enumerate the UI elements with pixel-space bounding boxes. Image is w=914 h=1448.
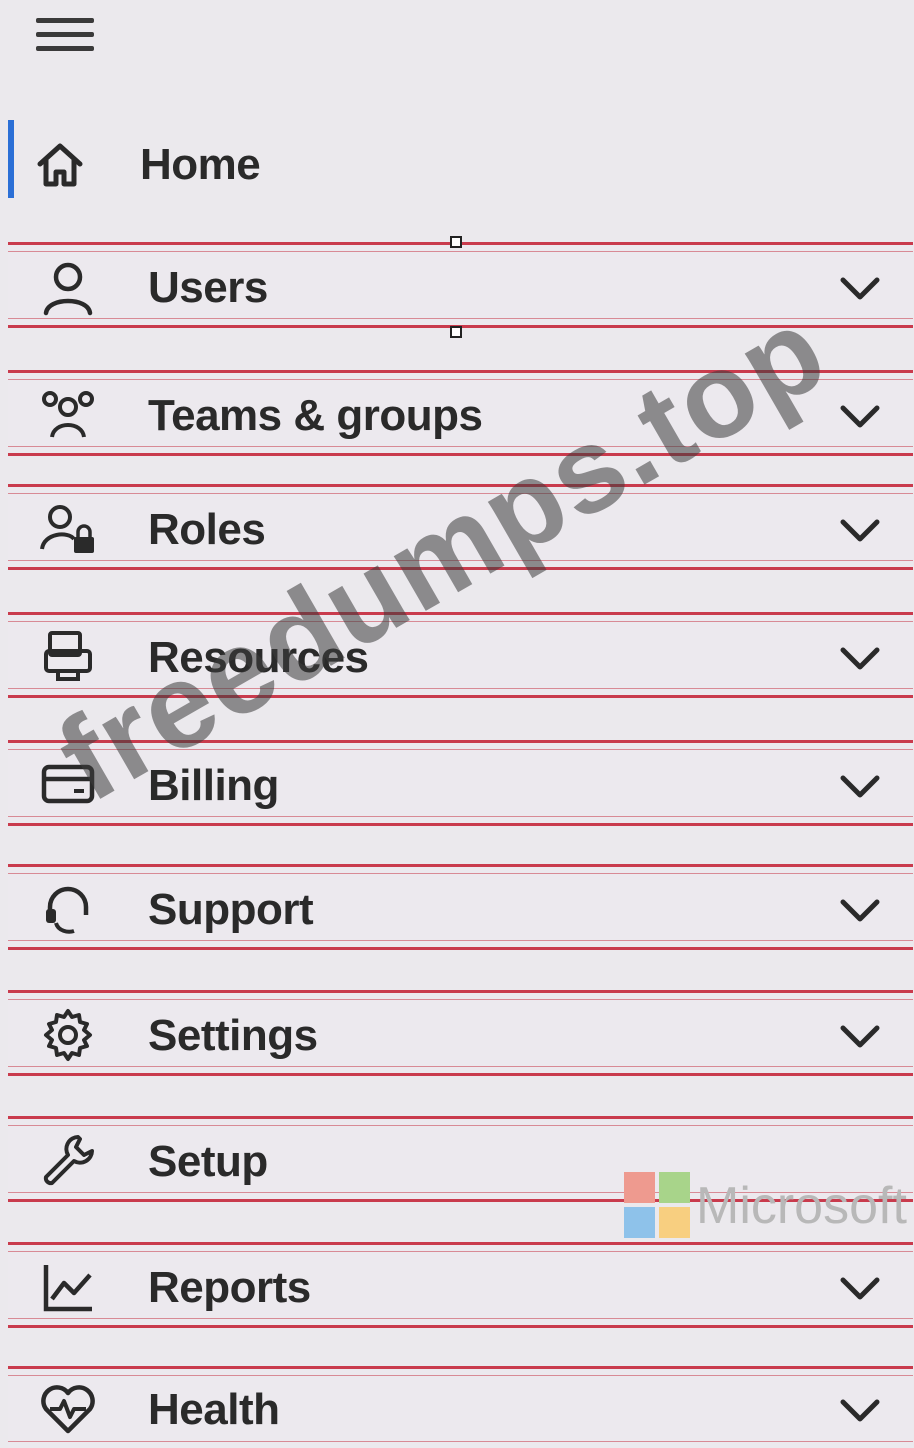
wrench-icon — [43, 1135, 94, 1186]
nav-item-reports[interactable]: Reports — [8, 1242, 913, 1328]
nav-item-label: Resources — [148, 633, 369, 682]
nav-item-settings[interactable]: Settings — [8, 990, 913, 1076]
resize-handle-top[interactable] — [450, 236, 462, 248]
teams-icon — [42, 391, 94, 438]
nav-item-home-label: Home — [140, 140, 261, 189]
nav-item-label: Settings — [148, 1011, 318, 1060]
nav-item-label: Billing — [148, 761, 279, 810]
roles-icon — [40, 505, 94, 553]
chevron-down-icon[interactable] — [837, 635, 883, 681]
resources-icon — [44, 631, 92, 681]
nav-item-label: Health — [148, 1385, 280, 1434]
billing-icon — [41, 764, 95, 804]
resize-handle-bottom[interactable] — [450, 326, 462, 338]
chevron-down-icon[interactable] — [837, 1265, 883, 1311]
nav-item-teams-groups[interactable]: Teams & groups — [8, 370, 913, 456]
nav-item-label: Setup — [148, 1137, 268, 1186]
nav-item-label: Teams & groups — [148, 391, 483, 440]
chevron-down-icon[interactable] — [837, 507, 883, 553]
microsoft-logo-icon — [624, 1172, 690, 1238]
support-icon — [46, 886, 89, 934]
nav-item-label: Users — [148, 263, 268, 312]
chevron-down-icon[interactable] — [837, 887, 883, 933]
user-icon — [43, 262, 93, 316]
chart-icon — [43, 1265, 92, 1312]
nav-item-roles[interactable]: Roles — [8, 484, 913, 570]
nav-item-billing[interactable]: Billing — [8, 740, 913, 826]
nav-item-label: Reports — [148, 1263, 311, 1312]
chevron-down-icon[interactable] — [837, 1387, 883, 1433]
nav-item-label: Support — [148, 885, 314, 934]
nav-item-support[interactable]: Support — [8, 864, 913, 950]
home-icon — [37, 143, 83, 187]
heart-icon — [41, 1385, 95, 1434]
nav-item-users[interactable]: Users — [8, 242, 913, 328]
chevron-down-icon[interactable] — [837, 393, 883, 439]
microsoft-logo-text: Microsoft — [696, 1177, 907, 1235]
chevron-down-icon[interactable] — [837, 763, 883, 809]
hamburger-menu-button[interactable] — [36, 16, 96, 56]
gear-icon — [44, 1009, 92, 1061]
nav-item-health[interactable]: Health — [8, 1366, 913, 1448]
nav-item-resources[interactable]: Resources — [8, 612, 913, 698]
nav-item-label: Roles — [148, 505, 266, 554]
chevron-down-icon[interactable] — [837, 1013, 883, 1059]
nav-item-home[interactable]: Home — [0, 112, 914, 212]
chevron-down-icon[interactable] — [837, 265, 883, 311]
